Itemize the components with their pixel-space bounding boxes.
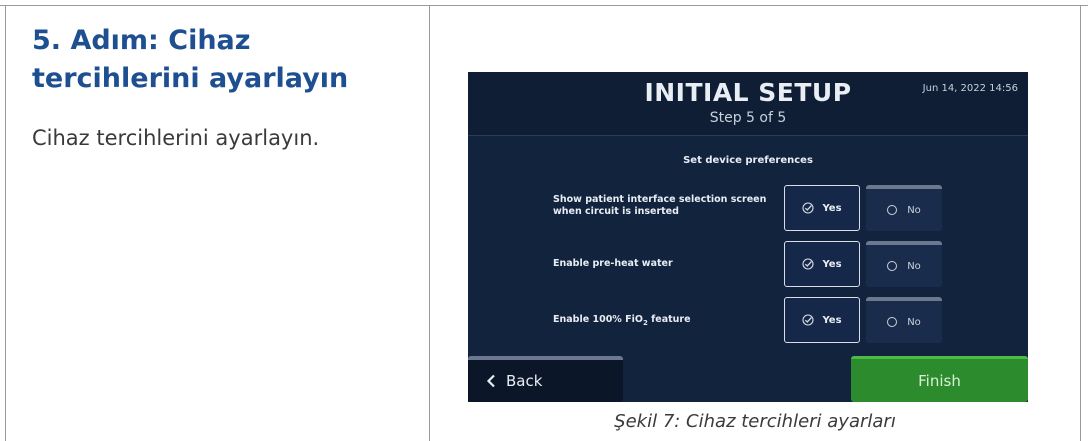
back-button[interactable]: Back <box>468 356 623 402</box>
yes-label: Yes <box>822 202 842 214</box>
pref-label-interface-selection: Show patient interface selection screen … <box>553 194 766 218</box>
table-border-middle <box>429 5 430 441</box>
pref-label-preheat-water: Enable pre-heat water <box>553 258 673 270</box>
radio-empty-icon <box>887 205 898 215</box>
yes-button-preheat-water[interactable]: Yes <box>784 241 860 287</box>
screen-subtitle: Step 5 of 5 <box>709 110 787 126</box>
yes-label: Yes <box>822 314 842 326</box>
check-circle-icon <box>802 258 815 270</box>
figure-caption: Şekil 7: Cihaz tercihleri ayarları <box>614 411 896 432</box>
no-button-preheat-water[interactable]: No <box>866 241 942 287</box>
screen-header: INITIAL SETUP Step 5 of 5 Jun 14, 2022 1… <box>468 72 1028 136</box>
check-circle-icon <box>802 202 815 214</box>
yes-label: Yes <box>822 258 842 270</box>
radio-empty-icon <box>887 317 898 327</box>
finish-button[interactable]: Finish <box>851 356 1028 402</box>
no-button-fio2-feature[interactable]: No <box>866 297 942 343</box>
yes-button-interface-selection[interactable]: Yes <box>784 185 860 231</box>
check-circle-icon <box>802 314 815 326</box>
pref-label-line1: Show patient interface selection screen <box>553 194 767 205</box>
back-label: Back <box>506 372 543 390</box>
step-description: Cihaz tercihlerini ayarlayın. <box>32 126 320 150</box>
step-title: 5. Adım: Cihaz tercihlerini ayarlayın <box>32 25 349 94</box>
chevron-left-icon <box>486 374 495 388</box>
yes-button-fio2-feature[interactable]: Yes <box>784 297 860 343</box>
finish-label: Finish <box>918 371 961 390</box>
table-border-left <box>5 5 6 441</box>
screen-datetime: Jun 14, 2022 14:56 <box>922 83 1018 94</box>
no-label: No <box>907 316 921 328</box>
device-screen-figure: INITIAL SETUP Step 5 of 5 Jun 14, 2022 1… <box>468 72 1028 402</box>
pref-label-line1: Enable pre-heat water <box>553 258 673 269</box>
pref-label-line2: when circuit is inserted <box>553 206 679 217</box>
no-label: No <box>907 260 921 272</box>
pref-label-prefix: Enable 100% FiO <box>553 314 643 325</box>
step-text-column: 5. Adım: Cihaz tercihlerini ayarlayın Ci… <box>32 22 412 150</box>
no-button-interface-selection[interactable]: No <box>866 185 942 231</box>
table-border-top <box>0 5 1088 6</box>
no-label: No <box>907 204 921 216</box>
pref-label-suffix: feature <box>647 314 691 325</box>
section-title: Set device preferences <box>683 155 813 166</box>
radio-empty-icon <box>887 261 898 271</box>
pref-label-fio2-feature: Enable 100% FiO2 feature <box>553 314 691 329</box>
table-border-right <box>1080 5 1081 441</box>
